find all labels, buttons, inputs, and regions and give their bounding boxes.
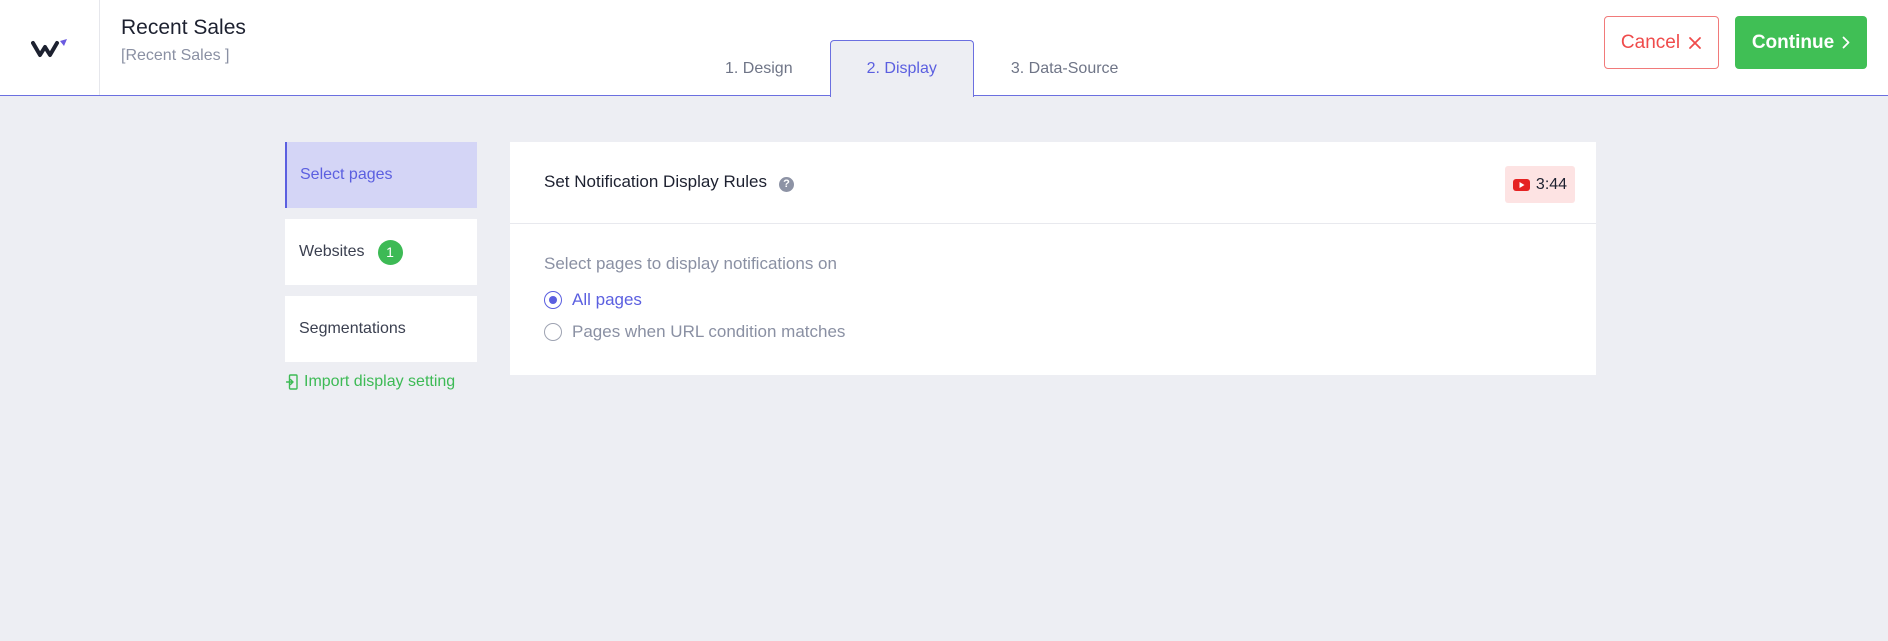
continue-button[interactable]: Continue [1735,16,1867,69]
sidebar-item-label: Segmentations [299,320,406,337]
continue-button-label: Continue [1751,31,1835,53]
chevron-right-icon [1842,36,1850,49]
step-tabs: 1. Design 2. Display 3. Data-Source [688,40,1156,97]
panel-title-text: Set Notification Display Rules [544,172,767,191]
websites-count-badge: 1 [377,239,403,265]
help-icon[interactable]: ? [778,176,794,192]
sidebar-item-segmentations[interactable]: Segmentations [285,296,477,362]
cancel-button-label: Cancel [1620,31,1681,53]
option-label: All pages [572,290,642,309]
top-header: Recent Sales [Recent Sales ] 1. Design 2… [0,0,1888,97]
page-subtitle: [Recent Sales ] [121,47,230,64]
radio-button[interactable] [544,323,562,341]
display-rules-panel: Set Notification Display Rules ? 3:44 Se… [510,142,1596,375]
sidebar-item-select-pages[interactable]: Select pages [285,142,477,208]
cancel-button[interactable]: Cancel [1604,16,1719,69]
radio-button[interactable] [544,291,562,309]
youtube-icon [1512,178,1530,191]
section-label: Select pages to display notifications on [544,254,837,273]
tab-data-source[interactable]: 3. Data-Source [974,40,1156,96]
import-display-setting-link[interactable]: Import display setting [286,373,455,391]
tab-design[interactable]: 1. Design [688,40,830,96]
video-tutorial-button[interactable]: 3:44 [1505,166,1575,203]
option-label: Pages when URL condition matches [572,322,846,341]
sidebar-item-label: Websites [299,243,365,260]
sidebar-item-label: Select pages [300,166,393,183]
option-url-condition[interactable]: Pages when URL condition matches [544,322,845,342]
close-icon [1689,36,1701,49]
import-link-label: Import display setting [304,373,456,390]
sidebar-item-websites[interactable]: Websites 1 [285,219,477,285]
logo[interactable] [0,0,100,95]
brand-logo-icon [30,38,67,57]
option-all-pages[interactable]: All pages [544,290,642,310]
panel-title: Set Notification Display Rules ? [544,172,794,192]
panel-header: Set Notification Display Rules ? 3:44 [510,142,1596,224]
import-icon [286,374,298,390]
tab-display[interactable]: 2. Display [829,40,974,97]
video-duration: 3:44 [1535,175,1568,193]
page-title: Recent Sales [121,16,246,39]
